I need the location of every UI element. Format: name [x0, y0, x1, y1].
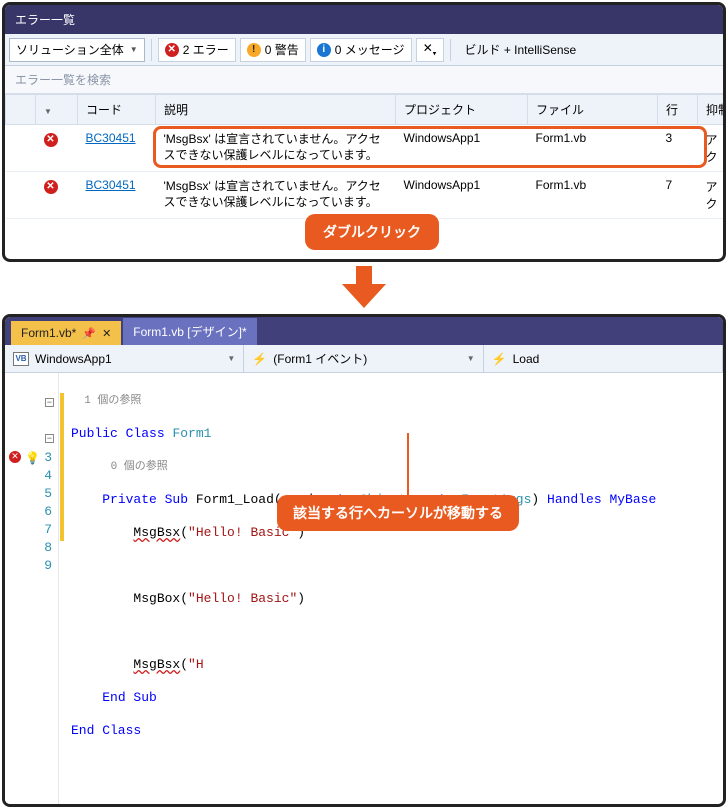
messages-filter-label: 0 メッセージ — [335, 41, 405, 58]
close-icon[interactable]: ✕ — [102, 327, 111, 340]
line-number-gutter: 1− 2− 3✕💡 4 5 6 7 8 9 — [5, 373, 59, 804]
lightbulb-icon[interactable]: 💡 — [25, 450, 40, 468]
event-icon: ⚡ — [492, 352, 507, 366]
error-desc: 'MsgBsx' は宣言されていません。アクセスできない保護レベルになっています… — [156, 125, 396, 172]
tab-label: Form1.vb* — [21, 326, 76, 340]
error-list-panel: エラー一覧 ソリューション全体 ▼ ✕ 2 エラー ! 0 警告 i 0 メッセ… — [2, 2, 726, 262]
error-list-search[interactable]: エラー一覧を検索 — [5, 66, 723, 94]
chevron-down-icon: ▼ — [467, 354, 475, 363]
code-text[interactable]: 1 個の参照 Public Class Form1 0 個の参照 Private… — [67, 373, 723, 804]
error-file: Form1.vb — [528, 172, 658, 219]
error-row[interactable]: ✕ BC30451 'MsgBsx' は宣言されていません。アクセスできない保護… — [6, 125, 727, 172]
grid-header: ▼ コード 説明 プロジェクト ファイル 行 抑制 — [6, 95, 727, 125]
error-project: WindowsApp1 — [396, 172, 528, 219]
error-gutter-icon[interactable]: ✕ — [9, 451, 21, 463]
error-code-link[interactable]: BC30451 — [86, 178, 136, 192]
col-code[interactable]: コード — [78, 95, 156, 125]
build-intellisense-label[interactable]: ビルド + IntelliSense — [457, 41, 585, 58]
editor-tab-strip: Form1.vb* 📌 ✕ Form1.vb [デザイン]* — [5, 317, 723, 345]
col-desc[interactable]: 説明 — [156, 95, 396, 125]
fold-toggle[interactable]: − — [45, 434, 54, 443]
codelens-refs[interactable]: 1 個の参照 — [84, 395, 141, 407]
warnings-filter-label: 0 警告 — [265, 41, 299, 58]
info-icon: i — [317, 43, 331, 57]
cursor-move-callout: 該当する行へカーソルが移動する — [277, 495, 519, 531]
scope-combo[interactable]: ソリューション全体 ▼ — [9, 38, 145, 62]
crumb-event[interactable]: ⚡ (Form1 イベント) ▼ — [244, 345, 483, 372]
error-suppress: アク — [698, 125, 727, 172]
error-icon: ✕ — [44, 133, 58, 147]
error-suppress: アク — [698, 172, 727, 219]
code-area[interactable]: 1− 2− 3✕💡 4 5 6 7 8 9 1 個の参照 Public Clas… — [5, 373, 723, 804]
error-icon: ✕ — [44, 180, 58, 194]
crumb-method[interactable]: ⚡ Load — [484, 345, 723, 372]
chevron-down-icon: ▼ — [227, 354, 235, 363]
vb-icon: VB — [13, 352, 29, 366]
double-click-callout: ダブルクリック — [305, 214, 439, 250]
chevron-down-icon: ▼ — [130, 45, 138, 54]
error-list-grid: ▼ コード 説明 プロジェクト ファイル 行 抑制 ✕ BC30451 'Msg… — [5, 94, 726, 219]
error-file: Form1.vb — [528, 125, 658, 172]
code-editor-panel: Form1.vb* 📌 ✕ Form1.vb [デザイン]* VB Window… — [2, 314, 726, 807]
crumb-project-label: WindowsApp1 — [35, 352, 112, 366]
warnings-filter-button[interactable]: ! 0 警告 — [240, 38, 306, 62]
editor-breadcrumb: VB WindowsApp1 ▼ ⚡ (Form1 イベント) ▼ ⚡ Load — [5, 345, 723, 373]
pin-icon[interactable]: 📌 — [82, 327, 96, 340]
col-blank[interactable] — [6, 95, 36, 125]
error-code-link[interactable]: BC30451 — [86, 131, 136, 145]
scope-combo-label: ソリューション全体 — [16, 41, 124, 58]
callout-area: ダブルクリック — [5, 219, 723, 259]
error-icon: ✕ — [165, 43, 179, 57]
panel-title: エラー一覧 — [5, 5, 723, 34]
tab-form1-vb[interactable]: Form1.vb* 📌 ✕ — [11, 321, 121, 345]
errors-filter-button[interactable]: ✕ 2 エラー — [158, 38, 236, 62]
error-desc: 'MsgBsx' は宣言されていません。アクセスできない保護レベルになっています… — [156, 172, 396, 219]
codelens-refs[interactable]: 0 個の参照 — [111, 461, 168, 473]
messages-filter-button[interactable]: i 0 メッセージ — [310, 38, 412, 62]
error-row[interactable]: ✕ BC30451 'MsgBsx' は宣言されていません。アクセスできない保護… — [6, 172, 727, 219]
col-icon[interactable]: ▼ — [36, 95, 78, 125]
col-sup[interactable]: 抑制 — [698, 95, 727, 125]
change-bar — [59, 373, 67, 804]
col-line[interactable]: 行 — [658, 95, 698, 125]
fold-toggle[interactable]: − — [45, 398, 54, 407]
error-line: 7 — [658, 172, 698, 219]
errors-filter-label: 2 エラー — [183, 41, 229, 58]
error-list-toolbar: ソリューション全体 ▼ ✕ 2 エラー ! 0 警告 i 0 メッセージ ✕▾ … — [5, 34, 723, 66]
col-proj[interactable]: プロジェクト — [396, 95, 528, 125]
event-icon: ⚡ — [252, 352, 267, 366]
col-file[interactable]: ファイル — [528, 95, 658, 125]
crumb-method-label: Load — [513, 352, 540, 366]
crumb-project[interactable]: VB WindowsApp1 ▼ — [5, 345, 244, 372]
tab-form1-design[interactable]: Form1.vb [デザイン]* — [123, 318, 256, 345]
search-placeholder: エラー一覧を検索 — [15, 73, 111, 87]
arrow-down-icon — [0, 266, 728, 308]
error-project: WindowsApp1 — [396, 125, 528, 172]
toolbar-separator — [151, 39, 152, 61]
toolbar-separator — [450, 39, 451, 61]
tab-label: Form1.vb [デザイン]* — [133, 323, 246, 340]
clear-filter-button[interactable]: ✕▾ — [416, 38, 444, 62]
warning-icon: ! — [247, 43, 261, 57]
crumb-event-label: (Form1 イベント) — [273, 350, 367, 367]
error-line: 3 — [658, 125, 698, 172]
clear-filter-icon: ✕▾ — [423, 41, 437, 57]
